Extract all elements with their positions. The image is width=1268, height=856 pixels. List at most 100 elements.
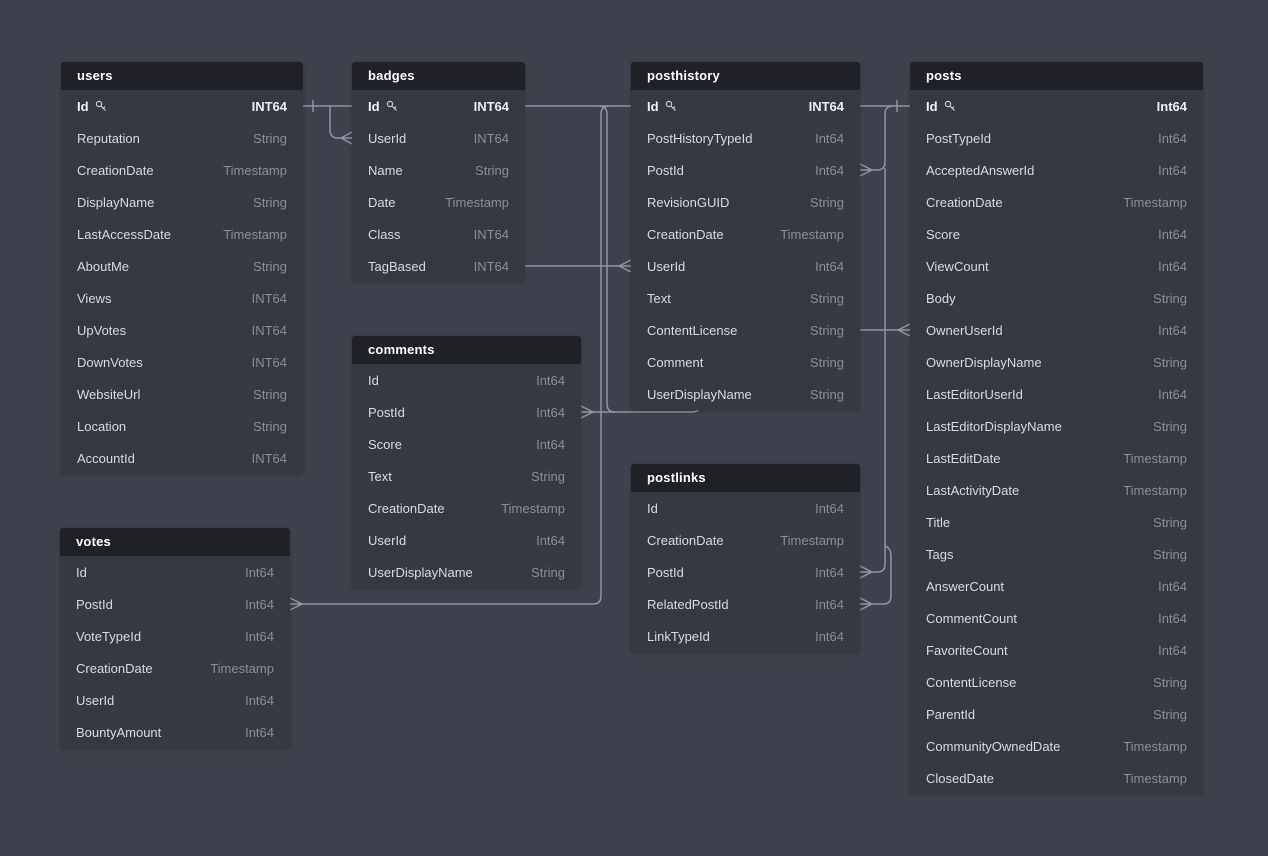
column-row-comments-UserId[interactable]: UserIdInt64 bbox=[352, 524, 581, 556]
column-name-label: CreationDate bbox=[647, 227, 724, 242]
column-row-posts-CreationDate[interactable]: CreationDateTimestamp bbox=[910, 186, 1203, 218]
column-row-posts-LastEditorUserId[interactable]: LastEditorUserIdInt64 bbox=[910, 378, 1203, 410]
column-row-users-LastAccessDate[interactable]: LastAccessDateTimestamp bbox=[61, 218, 303, 250]
table-postlinks[interactable]: postlinksIdInt64CreationDateTimestampPos… bbox=[631, 464, 860, 652]
table-badges[interactable]: badgesIdINT64UserIdINT64NameStringDateTi… bbox=[352, 62, 525, 282]
column-row-comments-CreationDate[interactable]: CreationDateTimestamp bbox=[352, 492, 581, 524]
column-row-posthistory-ContentLicense[interactable]: ContentLicenseString bbox=[631, 314, 860, 346]
column-name-label: RelatedPostId bbox=[647, 597, 729, 612]
column-row-posts-CommunityOwnedDate[interactable]: CommunityOwnedDateTimestamp bbox=[910, 730, 1203, 762]
column-row-users-Location[interactable]: LocationString bbox=[61, 410, 303, 442]
column-row-users-CreationDate[interactable]: CreationDateTimestamp bbox=[61, 154, 303, 186]
column-row-comments-PostId[interactable]: PostIdInt64 bbox=[352, 396, 581, 428]
table-header-votes[interactable]: votes bbox=[60, 528, 290, 556]
column-row-posts-AnswerCount[interactable]: AnswerCountInt64 bbox=[910, 570, 1203, 602]
column-row-posthistory-RevisionGUID[interactable]: RevisionGUIDString bbox=[631, 186, 860, 218]
column-row-postlinks-LinkTypeId[interactable]: LinkTypeIdInt64 bbox=[631, 620, 860, 652]
column-row-badges-Name[interactable]: NameString bbox=[352, 154, 525, 186]
table-votes[interactable]: votesIdInt64PostIdInt64VoteTypeIdInt64Cr… bbox=[60, 528, 290, 748]
column-name: PostHistoryTypeId bbox=[647, 131, 753, 146]
column-row-posts-ViewCount[interactable]: ViewCountInt64 bbox=[910, 250, 1203, 282]
column-row-posts-LastActivityDate[interactable]: LastActivityDateTimestamp bbox=[910, 474, 1203, 506]
column-name-label: LastEditorDisplayName bbox=[926, 419, 1062, 434]
column-row-badges-Date[interactable]: DateTimestamp bbox=[352, 186, 525, 218]
column-row-users-Views[interactable]: ViewsINT64 bbox=[61, 282, 303, 314]
column-type-label: INT64 bbox=[252, 355, 287, 370]
column-row-badges-Class[interactable]: ClassINT64 bbox=[352, 218, 525, 250]
column-name: PostId bbox=[368, 405, 405, 420]
column-row-postlinks-RelatedPostId[interactable]: RelatedPostIdInt64 bbox=[631, 588, 860, 620]
column-row-posthistory-Id[interactable]: IdINT64 bbox=[631, 90, 860, 122]
column-row-posts-PostTypeId[interactable]: PostTypeIdInt64 bbox=[910, 122, 1203, 154]
column-row-posts-ClosedDate[interactable]: ClosedDateTimestamp bbox=[910, 762, 1203, 794]
column-type-label: Int64 bbox=[536, 437, 565, 452]
column-row-users-Id[interactable]: IdINT64 bbox=[61, 90, 303, 122]
column-row-users-WebsiteUrl[interactable]: WebsiteUrlString bbox=[61, 378, 303, 410]
column-row-votes-PostId[interactable]: PostIdInt64 bbox=[60, 588, 290, 620]
column-row-posts-ContentLicense[interactable]: ContentLicenseString bbox=[910, 666, 1203, 698]
column-row-votes-VoteTypeId[interactable]: VoteTypeIdInt64 bbox=[60, 620, 290, 652]
column-row-posthistory-UserId[interactable]: UserIdInt64 bbox=[631, 250, 860, 282]
column-name-label: PostId bbox=[76, 597, 113, 612]
column-row-posts-AcceptedAnswerId[interactable]: AcceptedAnswerIdInt64 bbox=[910, 154, 1203, 186]
column-row-users-AccountId[interactable]: AccountIdINT64 bbox=[61, 442, 303, 474]
column-row-posts-FavoriteCount[interactable]: FavoriteCountInt64 bbox=[910, 634, 1203, 666]
column-type-label: Int64 bbox=[1158, 579, 1187, 594]
column-row-postlinks-PostId[interactable]: PostIdInt64 bbox=[631, 556, 860, 588]
column-name: CommentCount bbox=[926, 611, 1017, 626]
column-row-users-UpVotes[interactable]: UpVotesINT64 bbox=[61, 314, 303, 346]
table-users[interactable]: usersIdINT64ReputationStringCreationDate… bbox=[61, 62, 303, 474]
table-header-postlinks[interactable]: postlinks bbox=[631, 464, 860, 492]
column-row-posts-LastEditDate[interactable]: LastEditDateTimestamp bbox=[910, 442, 1203, 474]
column-row-postlinks-CreationDate[interactable]: CreationDateTimestamp bbox=[631, 524, 860, 556]
column-row-posthistory-PostId[interactable]: PostIdInt64 bbox=[631, 154, 860, 186]
column-name-label: FavoriteCount bbox=[926, 643, 1008, 658]
column-row-posthistory-UserDisplayName[interactable]: UserDisplayNameString bbox=[631, 378, 860, 410]
diagram-canvas[interactable]: usersIdINT64ReputationStringCreationDate… bbox=[0, 0, 1268, 856]
column-row-users-DownVotes[interactable]: DownVotesINT64 bbox=[61, 346, 303, 378]
column-name-label: UserId bbox=[368, 131, 406, 146]
column-row-posts-Body[interactable]: BodyString bbox=[910, 282, 1203, 314]
column-row-badges-TagBased[interactable]: TagBasedINT64 bbox=[352, 250, 525, 282]
column-row-posts-Score[interactable]: ScoreInt64 bbox=[910, 218, 1203, 250]
column-row-posthistory-PostHistoryTypeId[interactable]: PostHistoryTypeIdInt64 bbox=[631, 122, 860, 154]
column-row-votes-UserId[interactable]: UserIdInt64 bbox=[60, 684, 290, 716]
column-row-users-AboutMe[interactable]: AboutMeString bbox=[61, 250, 303, 282]
relationship-badges-posthistory bbox=[525, 260, 631, 272]
column-row-posts-Tags[interactable]: TagsString bbox=[910, 538, 1203, 570]
column-row-users-DisplayName[interactable]: DisplayNameString bbox=[61, 186, 303, 218]
table-header-comments[interactable]: comments bbox=[352, 336, 581, 364]
table-posthistory[interactable]: posthistoryIdINT64PostHistoryTypeIdInt64… bbox=[631, 62, 860, 410]
column-row-posts-OwnerDisplayName[interactable]: OwnerDisplayNameString bbox=[910, 346, 1203, 378]
table-posts[interactable]: postsIdInt64PostTypeIdInt64AcceptedAnswe… bbox=[910, 62, 1203, 794]
column-row-badges-Id[interactable]: IdINT64 bbox=[352, 90, 525, 122]
column-row-comments-Score[interactable]: ScoreInt64 bbox=[352, 428, 581, 460]
column-name: VoteTypeId bbox=[76, 629, 141, 644]
column-row-posthistory-CreationDate[interactable]: CreationDateTimestamp bbox=[631, 218, 860, 250]
column-row-posts-ParentId[interactable]: ParentIdString bbox=[910, 698, 1203, 730]
column-row-users-Reputation[interactable]: ReputationString bbox=[61, 122, 303, 154]
column-row-posts-LastEditorDisplayName[interactable]: LastEditorDisplayNameString bbox=[910, 410, 1203, 442]
column-row-votes-Id[interactable]: IdInt64 bbox=[60, 556, 290, 588]
column-row-posts-Title[interactable]: TitleString bbox=[910, 506, 1203, 538]
table-header-posts[interactable]: posts bbox=[910, 62, 1203, 90]
column-row-posts-Id[interactable]: IdInt64 bbox=[910, 90, 1203, 122]
table-header-posthistory[interactable]: posthistory bbox=[631, 62, 860, 90]
column-row-comments-Text[interactable]: TextString bbox=[352, 460, 581, 492]
column-row-votes-CreationDate[interactable]: CreationDateTimestamp bbox=[60, 652, 290, 684]
column-row-posthistory-Comment[interactable]: CommentString bbox=[631, 346, 860, 378]
table-header-users[interactable]: users bbox=[61, 62, 303, 90]
column-row-votes-BountyAmount[interactable]: BountyAmountInt64 bbox=[60, 716, 290, 748]
column-row-postlinks-Id[interactable]: IdInt64 bbox=[631, 492, 860, 524]
column-row-comments-Id[interactable]: IdInt64 bbox=[352, 364, 581, 396]
column-row-badges-UserId[interactable]: UserIdINT64 bbox=[352, 122, 525, 154]
column-name: BountyAmount bbox=[76, 725, 161, 740]
column-name-label: WebsiteUrl bbox=[77, 387, 140, 402]
column-row-posts-CommentCount[interactable]: CommentCountInt64 bbox=[910, 602, 1203, 634]
table-comments[interactable]: commentsIdInt64PostIdInt64ScoreInt64Text… bbox=[352, 336, 581, 588]
column-row-posthistory-Text[interactable]: TextString bbox=[631, 282, 860, 314]
column-row-comments-UserDisplayName[interactable]: UserDisplayNameString bbox=[352, 556, 581, 588]
column-name: Location bbox=[77, 419, 126, 434]
table-header-badges[interactable]: badges bbox=[352, 62, 525, 90]
column-row-posts-OwnerUserId[interactable]: OwnerUserIdInt64 bbox=[910, 314, 1203, 346]
